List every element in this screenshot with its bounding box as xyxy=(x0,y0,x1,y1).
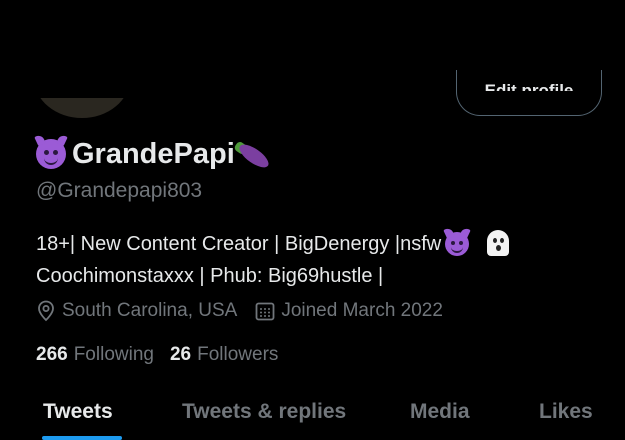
tab-tweets-and-replies[interactable]: Tweets & replies xyxy=(182,400,346,424)
active-tab-indicator xyxy=(42,436,122,440)
following-label: Following xyxy=(73,344,154,365)
followers-link[interactable]: 26 Followers xyxy=(170,344,278,366)
tab-likes[interactable]: Likes xyxy=(539,400,593,424)
joined-text: Joined March 2022 xyxy=(281,300,443,321)
calendar-icon xyxy=(255,302,275,321)
profile-bio: 18+| New Content Creator | BigDenergy |n… xyxy=(36,228,606,292)
display-name-row: GrandePapi xyxy=(36,137,272,172)
smiling-devil-emoji-icon xyxy=(36,139,66,169)
ghost-emoji-icon xyxy=(485,230,511,258)
bio-text-1: 18+| New Content Creator | BigDenergy |n… xyxy=(36,233,442,255)
bio-line-2: Coochimonstaxxx | Phub: Big69hustle | xyxy=(36,260,606,292)
bio-text-2: Coochimonstaxxx | Phub: Big69hustle | xyxy=(36,265,384,287)
profile-meta: South Carolina, USA Joined March 2022 xyxy=(36,300,461,322)
follow-stats: 266 Following 26 Followers xyxy=(36,344,294,366)
tab-media[interactable]: Media xyxy=(410,400,470,424)
profile-avatar[interactable] xyxy=(34,98,130,118)
following-link[interactable]: 266 Following xyxy=(36,344,154,366)
edit-profile-label: Edit profile xyxy=(484,81,574,100)
bio-line-1: 18+| New Content Creator | BigDenergy |n… xyxy=(36,228,606,260)
eggplant-emoji-icon xyxy=(232,137,272,172)
location-pin-icon xyxy=(38,300,54,322)
profile-tabs: Tweets Tweets & replies Media Likes xyxy=(0,392,625,440)
joined-item: Joined March 2022 xyxy=(255,300,443,322)
tab-tweets[interactable]: Tweets xyxy=(43,400,113,424)
edit-profile-button[interactable]: Edit profile xyxy=(456,70,602,116)
followers-label: Followers xyxy=(197,344,279,365)
followers-count: 26 xyxy=(169,344,192,365)
user-handle: @Grandepapi803 xyxy=(36,179,203,202)
location-item: South Carolina, USA xyxy=(36,300,237,322)
location-text: South Carolina, USA xyxy=(62,300,238,321)
display-name: GrandePapi xyxy=(72,138,235,170)
smiling-devil-emoji-icon xyxy=(445,232,470,256)
following-count: 266 xyxy=(36,344,68,365)
